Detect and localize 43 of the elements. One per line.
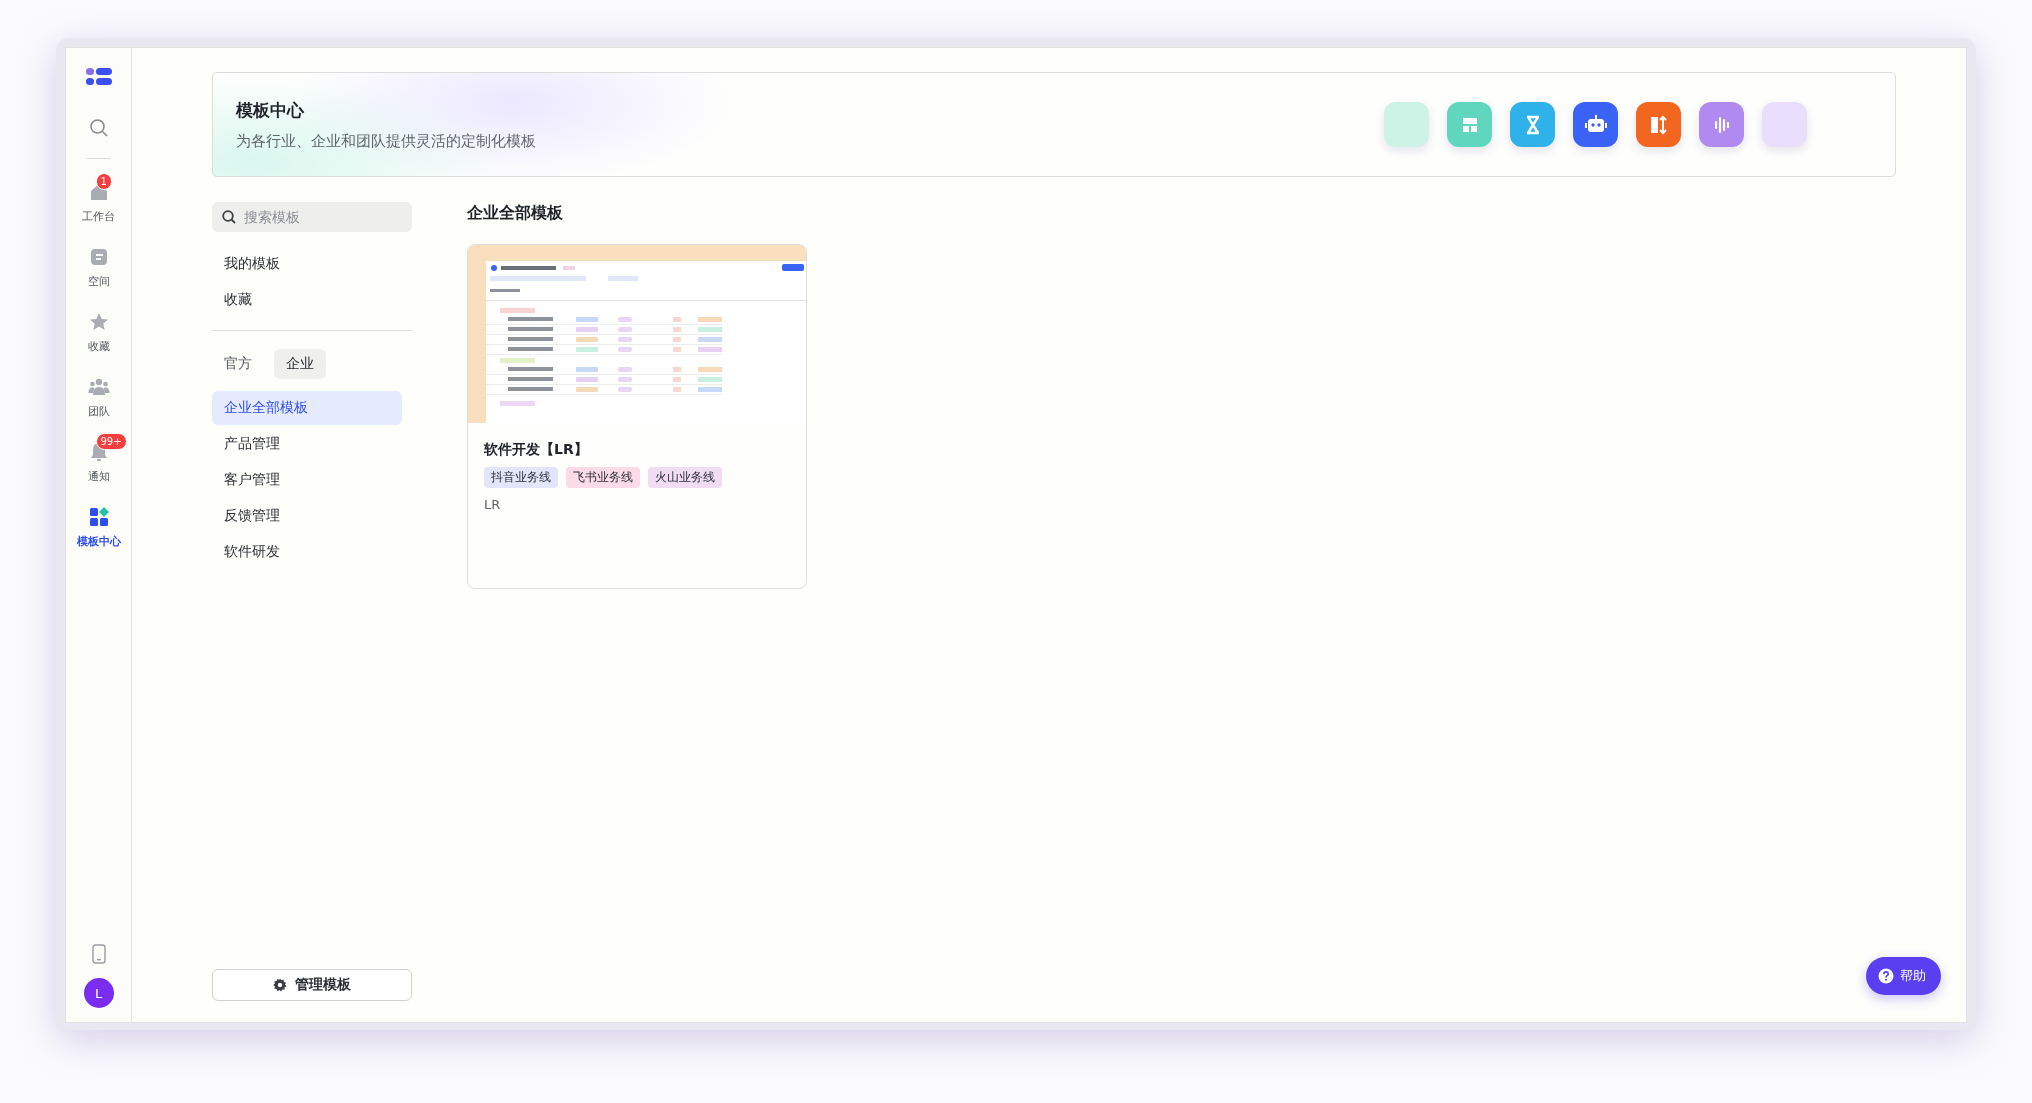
tag: 火山业务线 (648, 467, 722, 488)
category-item[interactable]: 企业全部模板 (212, 391, 402, 425)
star-icon (87, 311, 110, 332)
user-avatar[interactable]: L (83, 978, 114, 1008)
sidebar-item[interactable]: 团队 (66, 368, 131, 419)
help-button[interactable]: 帮助 (1866, 957, 1941, 995)
search-icon[interactable] (88, 118, 109, 138)
app-logo-icon[interactable] (85, 68, 112, 86)
page-title: 模板中心 (236, 98, 305, 122)
tag: 飞书业务线 (566, 467, 640, 488)
help-icon (1878, 968, 1894, 984)
sidebar-item[interactable]: 收藏 (66, 303, 131, 354)
category-item[interactable]: 产品管理 (212, 427, 402, 461)
sidebar-item[interactable]: 通知 99+ (66, 433, 131, 484)
filter-tab[interactable]: 企业 (274, 349, 326, 379)
notification-badge: 1 (95, 173, 112, 190)
sidebar-item[interactable]: 模板中心 (66, 498, 131, 549)
nav-link[interactable]: 我的模板 (212, 246, 292, 282)
app-shortcut[interactable] (1510, 102, 1555, 147)
filter-tab[interactable]: 官方 (212, 349, 264, 379)
search-field[interactable]: 搜索模板 (212, 202, 412, 232)
sidebar-item[interactable]: 工作台 1 (66, 173, 131, 224)
grid-icon (87, 506, 110, 527)
app-shortcut[interactable] (1636, 102, 1681, 147)
card-owner: LR (484, 497, 502, 512)
notification-badge: 99+ (95, 433, 127, 450)
app-shortcut[interactable] (1573, 102, 1618, 147)
phone-icon[interactable] (91, 944, 106, 964)
settings-icon (273, 978, 287, 992)
tag: 抖音业务线 (484, 467, 558, 488)
manage-templates-button[interactable]: 管理模板 (212, 969, 412, 1001)
category-item[interactable]: 客户管理 (212, 463, 402, 497)
card-title: 软件开发【LR】 (484, 441, 589, 459)
sidebar-item[interactable]: 空间 (66, 238, 131, 289)
app-shortcut[interactable] (1699, 102, 1744, 147)
category-item[interactable]: 反馈管理 (212, 499, 402, 533)
template-card[interactable]: 软件开发【LR】 抖音业务线 飞书业务线 火山业务线 LR (467, 244, 807, 589)
page-subtitle: 为各行业、企业和团队提供灵活的定制化模板 (236, 131, 537, 151)
nav-link[interactable]: 收藏 (212, 282, 264, 318)
search-icon (222, 210, 236, 224)
team-icon (87, 376, 110, 397)
category-item[interactable]: 软件研发 (212, 535, 402, 569)
section-title: 企业全部模板 (467, 203, 564, 224)
